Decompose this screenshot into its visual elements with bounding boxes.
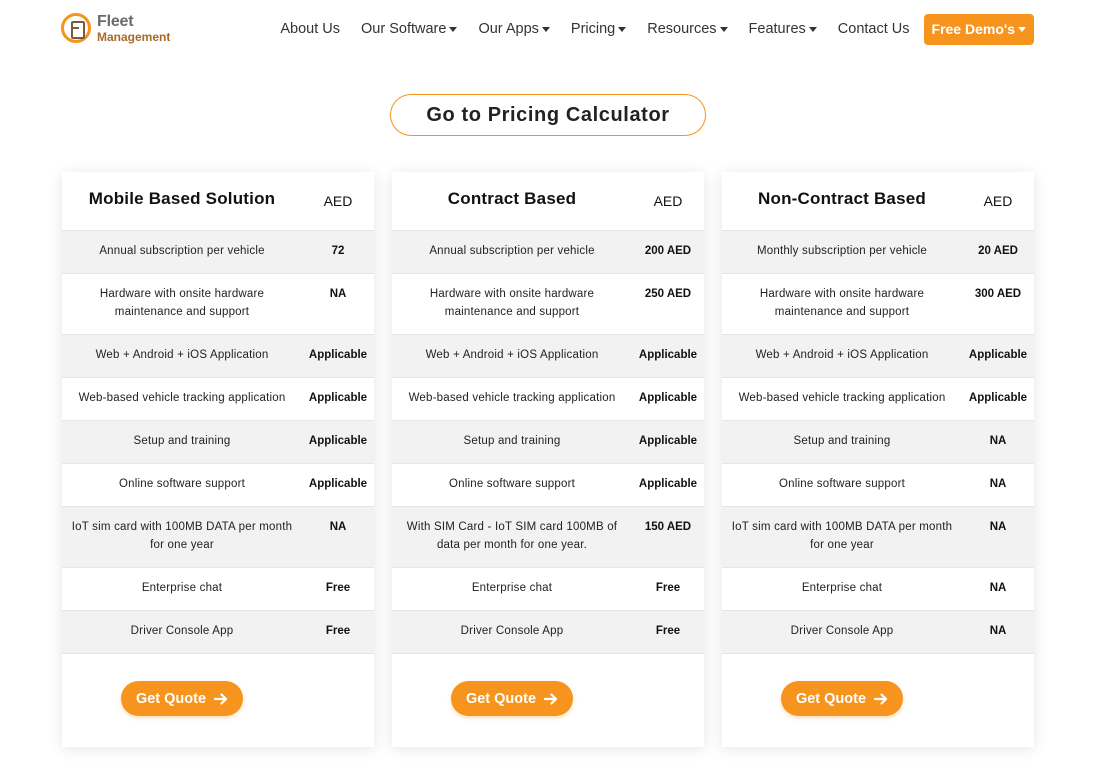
caret-down-icon [1018,26,1026,32]
plan-card-non-contract: Non-Contract Based AED Monthly subscript… [722,172,1034,747]
caret-down-icon [541,26,550,32]
site-header: Fleet Management About Us Our Software O… [0,0,1095,60]
free-demo-button[interactable]: Free Demo's [923,13,1034,45]
table-row: Hardware with onsite hardware maintenanc… [722,273,1034,334]
caret-down-icon [808,26,817,32]
plan-header: Contract Based AED [392,172,704,230]
nav-features[interactable]: Features [749,21,817,37]
table-row: Setup and training NA [722,420,1034,463]
table-row: Web + Android + iOS Application Applicabl… [62,334,374,377]
table-row: Web + Android + iOS Application Applicabl… [392,334,704,377]
arrow-right-icon [874,692,888,706]
get-quote-button[interactable]: Get Quote [781,681,903,716]
table-row: IoT sim card with 100MB DATA per month f… [722,506,1034,567]
table-row: Online software support Applicable [62,463,374,506]
nav-our-software[interactable]: Our Software [361,21,458,37]
plan-header: Mobile Based Solution AED [62,172,374,230]
plan-currency: AED [983,193,1013,209]
table-row: Enterprise chat Free [62,567,374,610]
caret-down-icon [719,26,728,32]
pricing-calculator-button[interactable]: Go to Pricing Calculator [390,94,706,136]
table-row: Online software support Applicable [392,463,704,506]
plan-header: Non-Contract Based AED [722,172,1034,230]
table-row: Hardware with onsite hardware maintenanc… [62,273,374,334]
plan-card-contract: Contract Based AED Annual subscription p… [392,172,704,747]
table-row: Setup and training Applicable [392,420,704,463]
table-row: Web-based vehicle tracking application Ap… [62,377,374,420]
table-row: Web + Android + iOS Application Applicabl… [722,334,1034,377]
table-row: Enterprise chat Free [392,567,704,610]
brand-name: Fleet [97,12,134,30]
table-row: Setup and training Applicable [62,420,374,463]
table-row: With SIM Card - IoT SIM card 100MB of da… [392,506,704,567]
table-row: Driver Console App Free [62,610,374,653]
arrow-right-icon [544,692,558,706]
caret-down-icon [618,26,627,32]
nav-contact-us[interactable]: Contact Us [838,21,910,37]
caret-down-icon [449,26,458,32]
main-nav: About Us Our Software Our Apps Pricing R… [280,13,1034,45]
plan-card-mobile: Mobile Based Solution AED Annual subscri… [62,172,374,747]
brand-subtitle: Management [97,29,171,44]
table-row: Online software support NA [722,463,1034,506]
nav-our-apps[interactable]: Our Apps [478,21,550,37]
nav-pricing[interactable]: Pricing [571,21,627,37]
table-row: Hardware with onsite hardware maintenanc… [392,273,704,334]
nav-about-us[interactable]: About Us [280,21,340,37]
plan-currency: AED [323,193,353,209]
plan-title: Contract Based [447,189,577,208]
table-row: Annual subscription per vehicle 72 [62,230,374,273]
table-row: IoT sim card with 100MB DATA per month f… [62,506,374,567]
plan-title: Non-Contract Based [758,189,926,208]
brand-logo[interactable]: Fleet Management [61,13,170,43]
table-row: Web-based vehicle tracking application Ap… [392,377,704,420]
nav-resources[interactable]: Resources [647,21,728,37]
table-row: Driver Console App Free [392,610,704,653]
table-row: Annual subscription per vehicle 200 AED [392,230,704,273]
get-quote-button[interactable]: Get Quote [451,681,573,716]
plan-title: Mobile Based Solution [88,189,276,208]
get-quote-button[interactable]: Get Quote [121,681,243,716]
truck-logo-icon [61,13,91,43]
table-row: Driver Console App NA [722,610,1034,653]
table-row: Enterprise chat NA [722,567,1034,610]
plan-currency: AED [653,193,683,209]
arrow-right-icon [214,692,228,706]
table-row: Monthly subscription per vehicle 20 AED [722,230,1034,273]
table-row: Web-based vehicle tracking application Ap… [722,377,1034,420]
